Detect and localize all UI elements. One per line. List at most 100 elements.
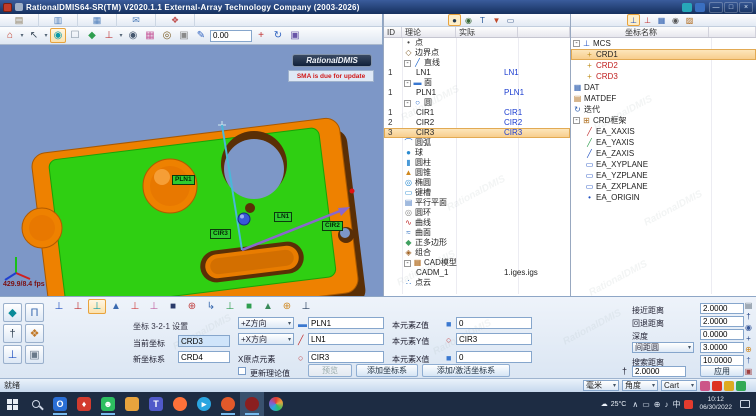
feature-row[interactable]: 1LN1LN1: [384, 68, 570, 78]
feature-row[interactable]: -╱直线: [384, 58, 570, 68]
feature-ball-icon[interactable]: ●: [448, 14, 461, 26]
camera-icon[interactable]: ◉: [669, 14, 682, 26]
csys-target-icon[interactable]: ⊕: [183, 299, 201, 314]
feature-row[interactable]: 1PLN1PLN1: [384, 88, 570, 98]
probe-stylus-icon[interactable]: †: [3, 324, 22, 343]
probe-cube-icon[interactable]: ◆: [3, 303, 22, 322]
coord-row[interactable]: -⊥MCS: [571, 38, 756, 49]
teams-app[interactable]: T: [144, 392, 168, 416]
coordinate-select[interactable]: Cart▾: [661, 380, 697, 391]
feature-row[interactable]: ≈曲面: [384, 228, 570, 238]
select-cursor-icon[interactable]: ↖: [26, 28, 42, 43]
touch-strip-icon[interactable]: +: [743, 333, 755, 343]
rationaldmis-logo[interactable]: RationalDMIS: [292, 54, 372, 67]
marquee-select-icon[interactable]: ☐: [67, 28, 83, 43]
coord-row[interactable]: ╱EA_YAXIS: [571, 137, 756, 148]
quick-tool-2-icon[interactable]: [695, 3, 705, 12]
coord-row[interactable]: ▦DAT: [571, 82, 756, 93]
coord-row[interactable]: ▤MATDEF: [571, 93, 756, 104]
csys-mcs-icon[interactable]: ⊥: [50, 299, 68, 314]
xdir-select[interactable]: +X方向 ▾: [238, 333, 294, 345]
coord-row[interactable]: •EA_ORIGIN: [571, 192, 756, 203]
palette-icon[interactable]: ▨: [683, 14, 696, 26]
feature-row[interactable]: -▦CAD模型: [384, 258, 570, 268]
coord-system-icon[interactable]: ⊥: [3, 345, 22, 364]
status-icon-2[interactable]: [712, 381, 722, 391]
coord-row[interactable]: ▭EA_XYPLANE: [571, 159, 756, 170]
col-theoretical[interactable]: 理论: [402, 27, 456, 37]
feature-row[interactable]: ∿曲线: [384, 218, 570, 228]
feature-label-pln1[interactable]: PLN1: [172, 175, 195, 185]
y-value-field[interactable]: [456, 333, 532, 345]
wcs-axes-icon[interactable]: ⊥: [627, 14, 640, 26]
status-icon-4[interactable]: [736, 381, 746, 391]
colorful-app[interactable]: [264, 392, 288, 416]
col-actual[interactable]: 实际: [456, 27, 518, 37]
wechat-app[interactable]: ☻: [96, 392, 120, 416]
feature-row[interactable]: ▤平行平面: [384, 198, 570, 208]
weather-widget[interactable]: ☁ 25°C: [601, 400, 627, 408]
feature-row[interactable]: ⌒圆弧: [384, 138, 570, 148]
volume-muted-icon[interactable]: ♪: [664, 400, 668, 409]
rotate-view-icon[interactable]: ↻: [270, 28, 286, 43]
hidden-icons-icon[interactable]: ∧: [632, 400, 638, 409]
move-view-icon[interactable]: +: [253, 28, 269, 43]
coord-row[interactable]: ╱EA_ZAXIS: [571, 148, 756, 159]
cmm-bridge-icon[interactable]: Π: [25, 303, 44, 322]
feature-label-cir2[interactable]: CIR2: [322, 221, 343, 231]
outlook-app[interactable]: O: [48, 392, 72, 416]
coord-row[interactable]: +CRD3: [571, 71, 756, 82]
expand-toggle[interactable]: -: [404, 260, 411, 267]
magnifier-strip-icon[interactable]: ◉: [743, 322, 755, 332]
output-tab-icon[interactable]: ▤: [0, 14, 39, 27]
csys-cone-icon[interactable]: ▲: [259, 299, 277, 314]
approach-field[interactable]: [700, 303, 744, 314]
retract-field[interactable]: [700, 316, 744, 327]
explorer-app[interactable]: [120, 392, 144, 416]
csys-cube-green-icon[interactable]: ■: [240, 299, 258, 314]
coord-row[interactable]: ↻迭代: [571, 104, 756, 115]
col-coord-name[interactable]: 坐标名称: [571, 27, 709, 37]
update-theoretical-checkbox[interactable]: [238, 367, 246, 375]
xdir-feature-field[interactable]: [308, 333, 384, 345]
security-app[interactable]: ♦: [72, 392, 96, 416]
feature-row[interactable]: CADM_11.iges.igs: [384, 268, 570, 278]
message-tab-icon[interactable]: ✉: [117, 14, 156, 27]
preview-button[interactable]: 预览: [308, 364, 352, 377]
taskbar-search-button[interactable]: [24, 392, 48, 416]
csys-axis-pink-icon[interactable]: ⊥: [145, 299, 163, 314]
funnel-filter-icon[interactable]: ▼: [490, 14, 503, 26]
home-caret-icon[interactable]: ▾: [19, 32, 25, 39]
feature-row[interactable]: 3CIR3CIR3: [384, 128, 570, 138]
status-icon-1[interactable]: [700, 381, 710, 391]
frame-grid-icon[interactable]: ▦: [655, 14, 668, 26]
feature-row[interactable]: ▮圆柱: [384, 158, 570, 168]
expand-toggle[interactable]: -: [404, 60, 411, 67]
gear-strip-icon[interactable]: ⊕: [743, 344, 755, 354]
units-select[interactable]: 毫米▾: [583, 380, 619, 391]
taskbar-clock[interactable]: 10:12 06/30/2022: [699, 396, 732, 412]
start-button[interactable]: [0, 392, 24, 416]
angle-select[interactable]: 角度▾: [622, 380, 658, 391]
z-value-field[interactable]: [456, 317, 532, 329]
screen-icon[interactable]: ▭: [504, 14, 517, 26]
csys-cube-icon[interactable]: ■: [164, 299, 182, 314]
cursor-caret-icon[interactable]: ▾: [43, 32, 49, 39]
expand-toggle[interactable]: -: [573, 117, 580, 124]
text-filter-icon[interactable]: T: [476, 14, 489, 26]
3d-viewport[interactable]: RationalDMIS SMA is due for update 429.9…: [0, 45, 383, 296]
origin-feature-field[interactable]: [308, 351, 384, 363]
viewport-canvas[interactable]: [0, 45, 383, 296]
zdir-feature-field[interactable]: [308, 317, 384, 329]
csys-save-icon[interactable]: ⊥: [297, 299, 315, 314]
feature-row[interactable]: ▭键槽: [384, 188, 570, 198]
tolerance-input[interactable]: [210, 30, 252, 42]
spacing-select[interactable]: 间距圆 ▾: [632, 342, 694, 353]
expand-toggle[interactable]: -: [404, 80, 411, 87]
close-button[interactable]: ×: [739, 2, 753, 13]
print-strip-icon[interactable]: ▤: [743, 300, 755, 310]
basketball-app[interactable]: [216, 392, 240, 416]
add-activate-coord-button[interactable]: 添加/激活坐标系: [422, 364, 510, 377]
spacing-field[interactable]: [700, 342, 744, 353]
small-hole[interactable]: [245, 203, 255, 213]
